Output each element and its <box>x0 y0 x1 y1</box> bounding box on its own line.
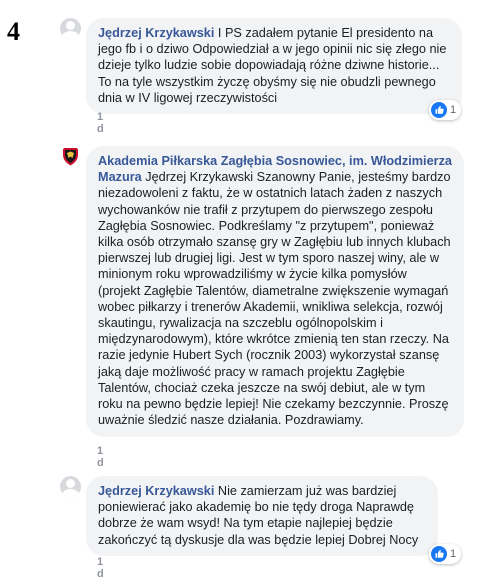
comment-timestamp[interactable]: 1 d <box>97 111 104 135</box>
avatar-shoulders <box>62 489 79 497</box>
avatar[interactable] <box>60 18 81 39</box>
like-icon <box>431 102 447 118</box>
comment-bubble: Jędrzej Krzykawski I PS zadałem pytanie … <box>86 18 462 115</box>
reaction-count[interactable]: 1 <box>429 100 462 120</box>
comment-timestamp[interactable]: 1 d <box>97 445 104 469</box>
comment-author[interactable]: Jędrzej Krzykawski <box>98 484 214 498</box>
comment-text: Jędrzej Krzykawski Szanowny Panie, jeste… <box>98 170 451 428</box>
like-icon <box>431 546 447 562</box>
avatar[interactable] <box>60 146 81 167</box>
reaction-count[interactable]: 1 <box>429 544 462 564</box>
club-crest-icon <box>63 148 78 166</box>
avatar-shoulders <box>62 31 79 39</box>
avatar[interactable] <box>60 476 81 497</box>
comment-bubble: Jędrzej Krzykawski Nie zamierzam już was… <box>86 476 438 556</box>
comment-author[interactable]: Jędrzej Krzykawski <box>98 26 214 40</box>
comment-timestamp[interactable]: 1 d <box>97 556 104 580</box>
reaction-number: 1 <box>450 104 457 116</box>
item-number: 4 <box>7 17 20 46</box>
reaction-number: 1 <box>450 548 457 560</box>
avatar-head <box>66 21 75 30</box>
avatar-head <box>66 479 75 488</box>
comment-bubble: Akademia Piłkarska Zagłębia Sosnowiec, i… <box>86 146 464 437</box>
